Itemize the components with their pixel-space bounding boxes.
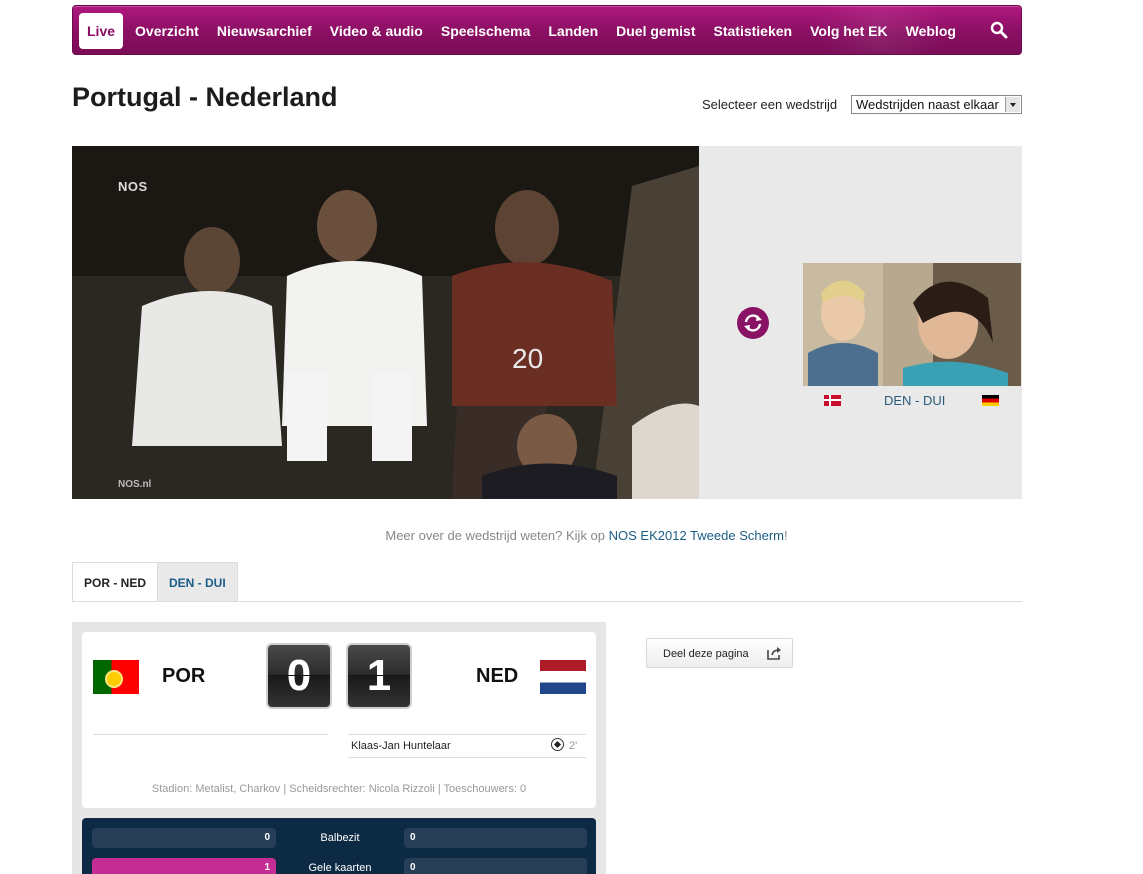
second-screen-link[interactable]: NOS EK2012 Tweede Scherm: [609, 528, 784, 543]
scoreboard-card: [82, 632, 596, 808]
scorer-name: Klaas-Jan Huntelaar: [351, 740, 451, 752]
nos-watermark: NOS: [118, 179, 148, 194]
stat-home-bar: 0: [92, 828, 276, 848]
match-select-label: Selecteer een wedstrijd: [702, 97, 838, 112]
nav-item-weblog[interactable]: Weblog: [897, 13, 965, 49]
tabs-divider: [72, 601, 1022, 602]
stat-away-bar: 0: [404, 858, 587, 874]
netherlands-flag-icon: [540, 660, 586, 694]
away-score: 1: [346, 643, 412, 709]
match-select[interactable]: Wedstrijden naast elkaar: [851, 95, 1022, 114]
tab-den-dui[interactable]: DEN - DUI: [158, 562, 238, 602]
video-frame: 20: [72, 146, 699, 499]
home-team-name: POR: [162, 665, 206, 687]
denmark-flag-icon: [824, 395, 841, 406]
away-scorers-divider: [348, 734, 586, 735]
match-select-value: Wedstrijden naast elkaar: [856, 97, 999, 112]
germany-flag-icon: [982, 395, 999, 406]
nav-item-duel-gemist[interactable]: Duel gemist: [607, 13, 704, 49]
nav-item-speelschema[interactable]: Speelschema: [432, 13, 540, 49]
second-screen-info: Meer over de wedstrijd weten? Kijk op NO…: [0, 528, 1143, 543]
portugal-flag-icon: [93, 660, 139, 694]
main-navigation: Live Overzicht Nieuwsarchief Video & aud…: [72, 5, 1022, 55]
football-icon: [551, 738, 564, 751]
home-scorers-divider: [93, 734, 328, 735]
nav-item-nieuwsarchief[interactable]: Nieuwsarchief: [208, 13, 321, 49]
stat-label: Gele kaarten: [308, 862, 372, 874]
away-scorers-bottom-divider: [348, 757, 586, 758]
other-match-label[interactable]: DEN - DUI: [884, 393, 945, 408]
stat-home-bar: 1: [92, 858, 276, 874]
nav-item-video-audio[interactable]: Video & audio: [321, 13, 432, 49]
share-page-button[interactable]: Deel deze pagina: [646, 638, 793, 668]
nav-item-live[interactable]: Live: [79, 13, 124, 49]
chevron-down-icon[interactable]: [1005, 97, 1020, 112]
away-team-name: NED: [476, 665, 519, 687]
match-tabs: POR - NED DEN - DUI: [72, 562, 238, 602]
match-details: Stadion: Metalist, Charkov | Scheidsrech…: [151, 783, 527, 795]
search-icon[interactable]: [989, 20, 1009, 40]
home-score: 0: [266, 643, 332, 709]
video-player[interactable]: 20 NOS NOS.nl: [72, 146, 699, 499]
thumbnail-frame: [803, 263, 1021, 386]
other-match-thumbnail[interactable]: [803, 263, 1021, 386]
stat-label: Balbezit: [320, 832, 360, 844]
nav-item-landen[interactable]: Landen: [539, 13, 607, 49]
nav-item-statistieken[interactable]: Statistieken: [705, 13, 802, 49]
swap-icon: [744, 314, 762, 332]
svg-text:20: 20: [512, 343, 543, 374]
nav-item-overzicht[interactable]: Overzicht: [126, 13, 208, 49]
swap-matches-button[interactable]: [737, 307, 769, 339]
info-suffix: !: [784, 528, 788, 543]
nos-watermark-bottom: NOS.nl: [118, 479, 152, 490]
scorer-minute: 2': [569, 740, 578, 752]
share-icon: [766, 646, 782, 660]
nav-item-volg-het-ek[interactable]: Volg het EK: [801, 13, 897, 49]
nav-list: Live Overzicht Nieuwsarchief Video & aud…: [79, 13, 965, 49]
share-label: Deel deze pagina: [663, 648, 749, 660]
info-text: Meer over de wedstrijd weten? Kijk op: [385, 528, 609, 543]
page-title: Portugal - Nederland: [72, 82, 338, 112]
tab-por-ned[interactable]: POR - NED: [72, 562, 159, 602]
stat-away-bar: 0: [404, 828, 587, 848]
